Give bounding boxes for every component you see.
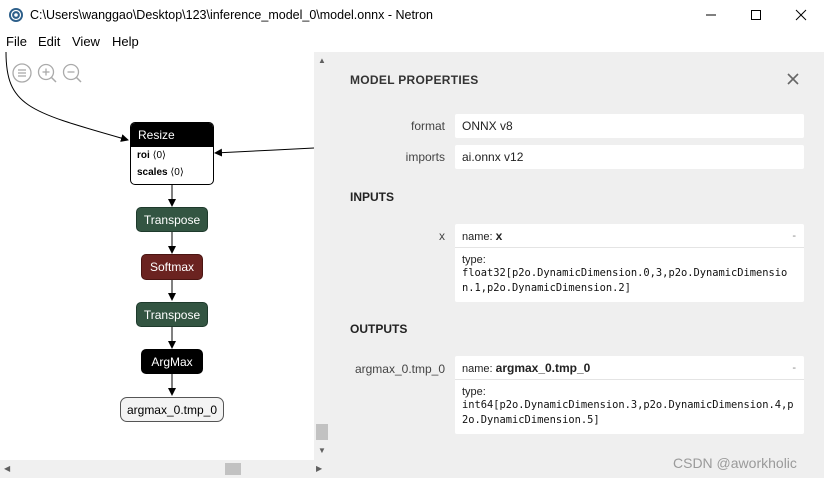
netron-window: C:\Users\wanggao\Desktop\123\inference_m… (0, 0, 824, 478)
inputs-header: INPUTS (350, 190, 395, 204)
menu-edit[interactable]: Edit (38, 34, 60, 49)
type-label: type: (462, 254, 486, 266)
attr-name: scales (137, 167, 168, 178)
close-icon (795, 9, 807, 21)
window-title: C:\Users\wanggao\Desktop\123\inference_m… (30, 8, 434, 22)
maximize-icon (751, 10, 761, 20)
netron-app-icon (9, 8, 23, 22)
imports-label: imports (405, 150, 445, 164)
input-name-row: name: x - (455, 224, 804, 248)
format-value[interactable]: ONNX v8 (455, 114, 804, 138)
output-type-row: type: int64[p2o.DynamicDimension.3,p2o.D… (455, 380, 804, 434)
menu-file[interactable]: File (6, 34, 27, 49)
attr-value: ⟨0⟩ (152, 150, 166, 161)
model-properties-panel: MODEL PROPERTIES format ONNX v8 imports … (330, 52, 824, 478)
transpose-node[interactable]: Transpose (136, 207, 208, 232)
horizontal-scrollbar[interactable]: ◀ ▶ (0, 460, 330, 478)
panel-title: MODEL PROPERTIES (350, 73, 479, 87)
scroll-down-icon[interactable]: ▼ (318, 446, 326, 455)
output-name-row: name: argmax_0.tmp_0 - (455, 356, 804, 380)
softmax-node[interactable]: Softmax (141, 254, 203, 280)
format-label: format (410, 119, 445, 133)
menu-bar: File Edit View Help (0, 30, 824, 52)
name-prefix: name: (462, 363, 493, 375)
title-bar: C:\Users\wanggao\Desktop\123\inference_m… (0, 0, 824, 30)
resize-attr-roi: roi ⟨0⟩ (131, 147, 213, 164)
imports-value[interactable]: ai.onnx v12 (455, 145, 804, 169)
type-label: type: (462, 386, 486, 398)
attr-value: ⟨0⟩ (170, 167, 184, 178)
vertical-scroll-thumb[interactable] (316, 424, 328, 440)
input-type: float32[p2o.DynamicDimension.0,3,p2o.Dyn… (462, 267, 788, 294)
outputs-header: OUTPUTS (350, 322, 408, 336)
output-name: argmax_0.tmp_0 (495, 361, 591, 375)
menu-help[interactable]: Help (112, 34, 139, 49)
argmax-node[interactable]: ArgMax (141, 349, 203, 374)
name-prefix: name: (462, 231, 493, 243)
output-type: int64[p2o.DynamicDimension.3,p2o.Dynamic… (462, 399, 794, 426)
graph-canvas[interactable]: Resize roi ⟨0⟩ scales ⟨0⟩ Transpose Soft… (0, 52, 314, 460)
close-window-button[interactable] (778, 0, 824, 30)
expand-toggle[interactable]: - (792, 224, 796, 248)
output-box[interactable]: name: argmax_0.tmp_0 - type: int64[p2o.D… (455, 356, 804, 434)
scroll-up-icon[interactable]: ▲ (318, 56, 326, 65)
menu-icon[interactable] (11, 62, 33, 84)
minimize-button[interactable] (688, 0, 734, 30)
attr-name: roi (137, 150, 150, 161)
scroll-right-icon[interactable]: ▶ (316, 464, 322, 473)
output-label: argmax_0.tmp_0 (354, 362, 445, 376)
input-name: x (495, 229, 503, 243)
expand-toggle[interactable]: - (792, 356, 796, 380)
transpose-node[interactable]: Transpose (136, 302, 208, 327)
zoom-in-icon[interactable] (36, 62, 58, 84)
output-node[interactable]: argmax_0.tmp_0 (120, 397, 224, 422)
zoom-out-icon[interactable] (61, 62, 83, 84)
minimize-icon (706, 14, 716, 16)
resize-node[interactable]: Resize roi ⟨0⟩ scales ⟨0⟩ (130, 122, 214, 185)
input-box[interactable]: name: x - type: float32[p2o.DynamicDimen… (455, 224, 804, 302)
close-icon[interactable] (785, 71, 801, 87)
input-type-row: type: float32[p2o.DynamicDimension.0,3,p… (455, 248, 804, 302)
horizontal-scroll-thumb[interactable] (225, 463, 241, 475)
maximize-button[interactable] (733, 0, 779, 30)
resize-node-label: Resize (131, 123, 213, 147)
menu-view[interactable]: View (72, 34, 100, 49)
watermark: CSDN @aworkholic (673, 455, 797, 471)
resize-attr-scales: scales ⟨0⟩ (131, 164, 213, 181)
vertical-scrollbar[interactable]: ▲ ▼ (314, 52, 330, 460)
edge-roi-input (214, 147, 314, 157)
input-label: x (439, 229, 445, 243)
scroll-left-icon[interactable]: ◀ (4, 464, 10, 473)
